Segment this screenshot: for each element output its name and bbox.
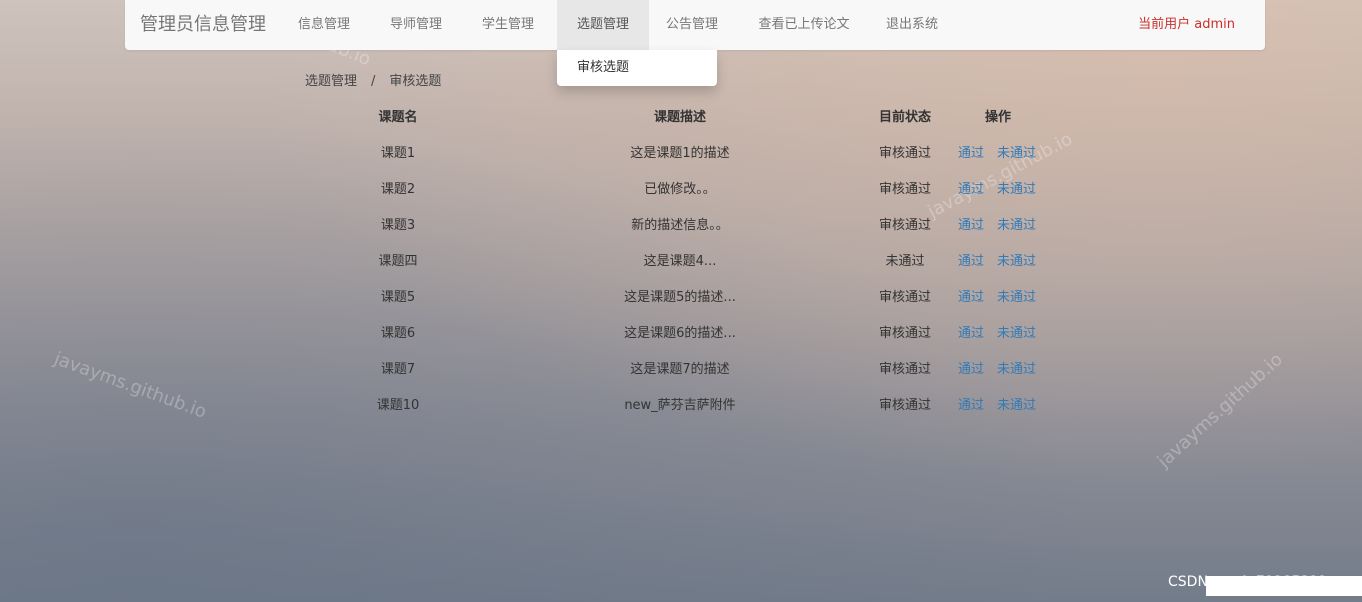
topic-name-cell: 课题10: [376, 398, 420, 413]
csdn-watermark: CSDN @m0_71285322: [1168, 574, 1328, 590]
header-status: 目前状态: [878, 110, 932, 125]
table-row: 课题3 新的描述信息。。 审核通过 通过 未通过: [0, 208, 1362, 244]
status-cell: 审核通过: [878, 290, 932, 305]
table-header-row: 课题名 课题描述 目前状态 操作: [0, 100, 1362, 136]
approve-link[interactable]: 通过: [958, 388, 984, 424]
topic-desc-cell: 这是课题5的描述...: [624, 290, 736, 305]
approve-link[interactable]: 通过: [958, 172, 984, 208]
nav-item-notice[interactable]: 公告管理: [653, 0, 731, 50]
table-row: 课题2 已做修改。。 审核通过 通过 未通过: [0, 172, 1362, 208]
topic-name-cell: 课题5: [380, 290, 416, 305]
nav-item-info[interactable]: 信息管理: [285, 0, 363, 50]
topic-desc-cell: 这是课题4...: [643, 254, 717, 269]
status-cell: 审核通过: [878, 218, 932, 233]
topic-desc-cell: 新的描述信息。。: [631, 218, 729, 233]
status-cell: 审核通过: [878, 326, 932, 341]
brand-title[interactable]: 管理员信息管理: [140, 0, 266, 50]
status-cell: 审核通过: [878, 398, 932, 413]
breadcrumb-item[interactable]: 选题管理: [305, 70, 357, 89]
breadcrumb: 选题管理 / 审核选题: [305, 70, 441, 89]
top-navbar: 管理员信息管理 信息管理 导师管理 学生管理 选题管理 公告管理 查看已上传论文…: [125, 0, 1265, 50]
table-row: 课题四 这是课题4... 未通过 通过 未通过: [0, 244, 1362, 280]
table-row: 课题10 new_萨芬吉萨附件 审核通过 通过 未通过: [0, 388, 1362, 424]
current-user[interactable]: 当前用户 admin: [1138, 0, 1235, 50]
topic-name-cell: 课题3: [380, 218, 416, 233]
status-cell: 审核通过: [878, 362, 932, 377]
topic-name-cell: 课题1: [380, 146, 416, 161]
topic-name-cell: 课题四: [378, 254, 418, 269]
topic-dropdown-menu: 审核选题: [557, 50, 717, 86]
status-cell: 未通过: [885, 254, 925, 269]
table-row: 课题5 这是课题5的描述... 审核通过 通过 未通过: [0, 280, 1362, 316]
nav-item-tutor[interactable]: 导师管理: [377, 0, 455, 50]
topic-name-cell: 课题2: [380, 182, 416, 197]
approve-link[interactable]: 通过: [958, 316, 984, 352]
reject-link[interactable]: 未通过: [997, 244, 1036, 280]
reject-link[interactable]: 未通过: [997, 352, 1036, 388]
reject-link[interactable]: 未通过: [997, 316, 1036, 352]
reject-link[interactable]: 未通过: [997, 388, 1036, 424]
approve-link[interactable]: 通过: [958, 280, 984, 316]
nav-item-papers[interactable]: 查看已上传论文: [745, 0, 863, 50]
topic-name-cell: 课题6: [380, 326, 416, 341]
topic-desc-cell: new_萨芬吉萨附件: [624, 398, 736, 413]
table-row: 课题1 这是课题1的描述 审核通过 通过 未通过: [0, 136, 1362, 172]
status-cell: 审核通过: [878, 146, 932, 161]
topic-desc-cell: 这是课题7的描述: [630, 362, 730, 377]
dropdown-item-review-topic[interactable]: 审核选题: [577, 50, 629, 86]
topic-desc-cell: 这是课题1的描述: [630, 146, 730, 161]
header-actions: 操作: [984, 110, 1012, 125]
reject-link[interactable]: 未通过: [997, 280, 1036, 316]
topic-name-cell: 课题7: [380, 362, 416, 377]
topic-table: 课题名 课题描述 目前状态 操作 课题1 这是课题1的描述 审核通过 通过 未通过 课题2…: [0, 100, 1362, 424]
status-cell: 审核通过: [878, 182, 932, 197]
reject-link[interactable]: 未通过: [997, 208, 1036, 244]
header-topic-desc: 课题描述: [653, 110, 707, 125]
topic-desc-cell: 已做修改。。: [644, 182, 716, 197]
header-topic-name: 课题名: [378, 110, 418, 125]
nav-item-student[interactable]: 学生管理: [469, 0, 547, 50]
table-row: 课题6 这是课题6的描述... 审核通过 通过 未通过: [0, 316, 1362, 352]
breadcrumb-item-current: 审核选题: [389, 74, 442, 89]
approve-link[interactable]: 通过: [958, 352, 984, 388]
approve-link[interactable]: 通过: [958, 136, 984, 172]
topic-desc-cell: 这是课题6的描述...: [624, 326, 736, 341]
reject-link[interactable]: 未通过: [997, 172, 1036, 208]
nav-item-topic[interactable]: 选题管理: [557, 0, 649, 50]
approve-link[interactable]: 通过: [958, 244, 984, 280]
table-row: 课题7 这是课题7的描述 审核通过 通过 未通过: [0, 352, 1362, 388]
nav-item-logout[interactable]: 退出系统: [873, 0, 951, 50]
reject-link[interactable]: 未通过: [997, 136, 1036, 172]
breadcrumb-separator: /: [371, 74, 376, 89]
approve-link[interactable]: 通过: [958, 208, 984, 244]
